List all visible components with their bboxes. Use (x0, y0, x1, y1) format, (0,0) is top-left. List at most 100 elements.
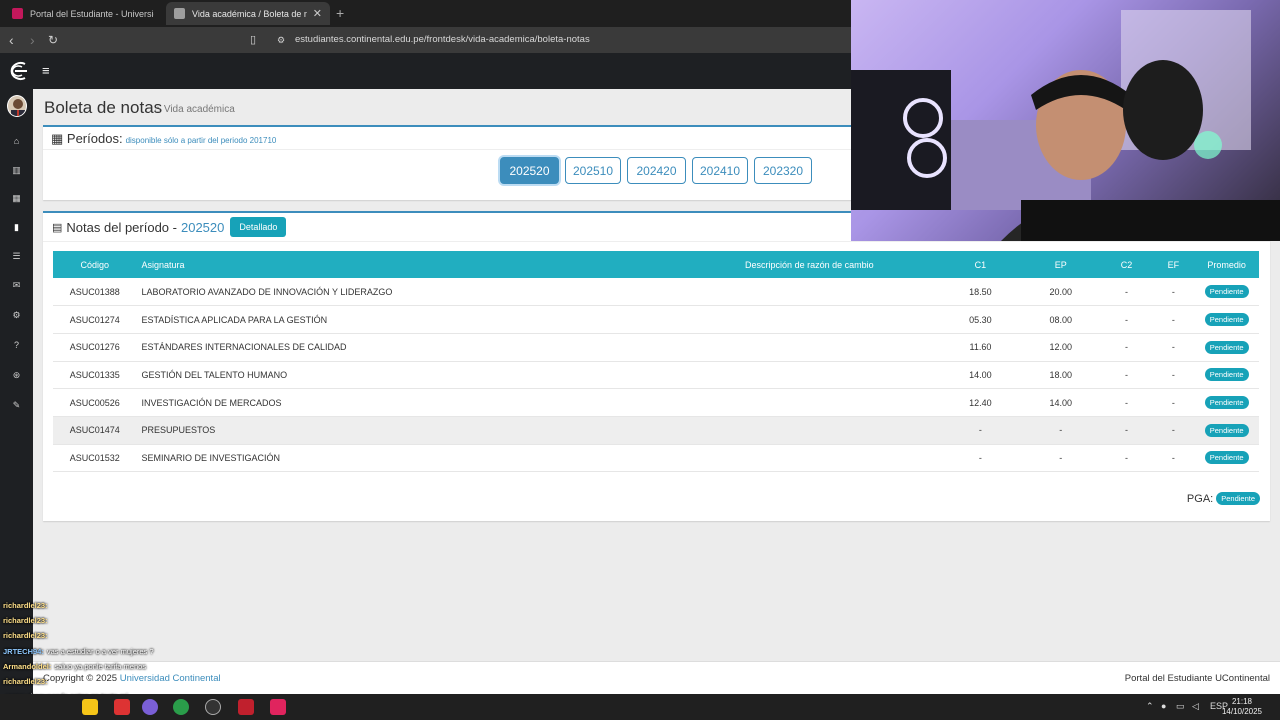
col-c1: C1 (939, 251, 1022, 278)
cell-ef: - (1152, 444, 1195, 473)
clock[interactable]: 21:18 14/10/2025 (1222, 697, 1262, 717)
payments-icon[interactable]: ✉ (0, 280, 33, 291)
col-average: Promedio (1194, 251, 1259, 278)
chat-message: richardlel23: (3, 628, 154, 643)
support-icon[interactable]: ⊛ (0, 370, 33, 381)
divider (43, 241, 1270, 242)
back-icon[interactable]: ‹ (9, 32, 14, 48)
cell-code: ASUC01474 (53, 416, 137, 445)
cell-reason (678, 278, 940, 307)
cell-code: ASUC01388 (53, 278, 137, 307)
calendar-small-icon: ▦ (51, 131, 67, 146)
cell-ef: - (1152, 416, 1195, 445)
tray-chevron-icon[interactable]: ⌃ (1146, 701, 1154, 712)
cell-average: Pendiente (1194, 361, 1259, 390)
cell-subject: ESTÁNDARES INTERNACIONALES DE CALIDAD (136, 333, 679, 362)
cell-subject: ESTADÍSTICA APLICADA PARA LA GESTIÓN (136, 305, 679, 334)
page-title: Boleta de notas (44, 98, 163, 117)
table-row: ASUC01474 PRESUPUESTOS - - - - Pendiente (53, 416, 1259, 445)
status-badge: Pendiente (1204, 285, 1249, 299)
table-header-row: Código Asignatura Descripción de razón d… (53, 251, 1259, 278)
cell-reason (678, 305, 940, 334)
pga-label: PGA: (1186, 492, 1214, 505)
new-tab-icon[interactable]: + (336, 5, 344, 21)
browser-tab-portal[interactable]: Portal del Estudiante - Universidad C (4, 2, 162, 25)
cell-ef: - (1152, 361, 1195, 390)
cell-c2: - (1100, 388, 1153, 417)
continental-logo-icon (10, 62, 27, 80)
menu-toggle-icon[interactable]: ≡ (42, 63, 50, 78)
chrome-icon[interactable] (173, 699, 189, 715)
periods-label: Períodos: (66, 131, 123, 146)
chat-text: vas a estudiar o a ver mujeres ? (46, 646, 154, 656)
reload-icon[interactable]: ↻ (48, 33, 58, 47)
documents-icon[interactable]: ☰ (0, 251, 33, 262)
cell-reason (678, 444, 940, 473)
url-field[interactable]: estudiantes.continental.edu.pe/frontdesk… (295, 34, 590, 45)
col-c2: C2 (1100, 251, 1153, 278)
document-icon: ▤ (52, 221, 63, 234)
tab-title: Portal del Estudiante - Universidad C (30, 8, 154, 19)
grades-panel: ▤ Notas del período - 202520 Detallado C… (43, 211, 1270, 521)
browser-tab-boleta[interactable]: Vida académica / Boleta de notas ✕ (166, 2, 330, 25)
cell-c2: - (1100, 333, 1153, 362)
app-icon[interactable] (114, 699, 130, 715)
volume-icon[interactable]: ◁ (1192, 701, 1199, 712)
file-explorer-icon[interactable] (82, 699, 98, 715)
cell-c2: - (1100, 305, 1153, 334)
microphone-icon[interactable]: ● (1161, 701, 1166, 711)
stats-icon[interactable]: ▥ (0, 165, 33, 176)
status-badge: Pendiente (1204, 451, 1249, 465)
network-icon[interactable]: ▭ (1176, 701, 1185, 712)
periods-panel: ▦ Períodos: disponible sólo a partir del … (43, 125, 893, 200)
detailed-button[interactable]: Detallado (230, 217, 287, 237)
avatar[interactable] (7, 95, 27, 117)
cell-ef: - (1152, 388, 1195, 417)
col-reason: Descripción de razón de cambio (678, 251, 940, 278)
home-icon[interactable]: ⌂ (0, 136, 33, 146)
period-button-202520[interactable]: 202520 (500, 157, 559, 184)
period-button-202420[interactable]: 202420 (627, 157, 686, 184)
cell-c2: - (1100, 361, 1153, 390)
bookmark-icon[interactable]: ▯ (250, 33, 256, 46)
chat-message: Armandoldel: saluo ya ponle tarifa menos (3, 659, 154, 674)
cell-average: Pendiente (1194, 416, 1259, 445)
period-button-202510[interactable]: 202510 (565, 157, 621, 184)
tools-icon[interactable]: ✎ (0, 400, 33, 411)
cell-ep: 12.00 (1021, 333, 1101, 362)
status-badge: Pendiente (1204, 423, 1249, 437)
col-ep: EP (1021, 251, 1101, 278)
breadcrumb[interactable]: ⌂ Vida académica (155, 104, 235, 115)
help-icon[interactable]: ? (0, 340, 33, 350)
period-button-202320[interactable]: 202320 (754, 157, 812, 184)
cell-subject: SEMINARIO DE INVESTIGACIÓN (136, 444, 679, 473)
breadcrumb-label: Vida académica (163, 104, 235, 115)
obs-icon[interactable] (205, 699, 221, 715)
cell-ef: - (1152, 305, 1195, 334)
cell-ep: 20.00 (1021, 278, 1101, 307)
site-info-icon[interactable]: ⚙ (277, 35, 285, 46)
academic-icon[interactable]: ▮ (0, 222, 33, 233)
webcam-overlay (851, 0, 1280, 241)
period-button-202410[interactable]: 202410 (692, 157, 748, 184)
windows-taskbar: ⌃ ● ▭ ◁ ESP 21:18 14/10/2025 (0, 694, 1280, 720)
chat-username: JRTECH94: (3, 646, 44, 656)
forward-icon[interactable]: › (30, 32, 35, 48)
pga-badge: Pendiente (1216, 492, 1260, 505)
footer-brand: Portal del Estudiante UContinental (1124, 673, 1270, 684)
cell-c1: - (939, 416, 1022, 445)
cell-reason (678, 416, 940, 445)
media-app-icon[interactable] (270, 699, 286, 715)
cell-subject: LABORATORIO AVANZADO DE INNOVACIÓN Y LID… (136, 278, 679, 307)
clock-date: 14/10/2025 (1221, 707, 1262, 716)
calendar-icon[interactable]: ▦ (0, 193, 33, 204)
cell-reason (678, 333, 940, 362)
home-small-icon: ⌂ (155, 104, 164, 115)
divider (43, 149, 893, 150)
streaming-app-icon[interactable] (238, 699, 254, 715)
settings-icon[interactable]: ⚙ (0, 310, 33, 321)
tab-title: Vida académica / Boleta de notas (192, 8, 307, 19)
periods-header: ▦ Períodos: disponible sólo a partir del … (51, 131, 276, 147)
close-tab-icon[interactable]: ✕ (313, 7, 322, 20)
discord-icon[interactable] (142, 699, 158, 715)
